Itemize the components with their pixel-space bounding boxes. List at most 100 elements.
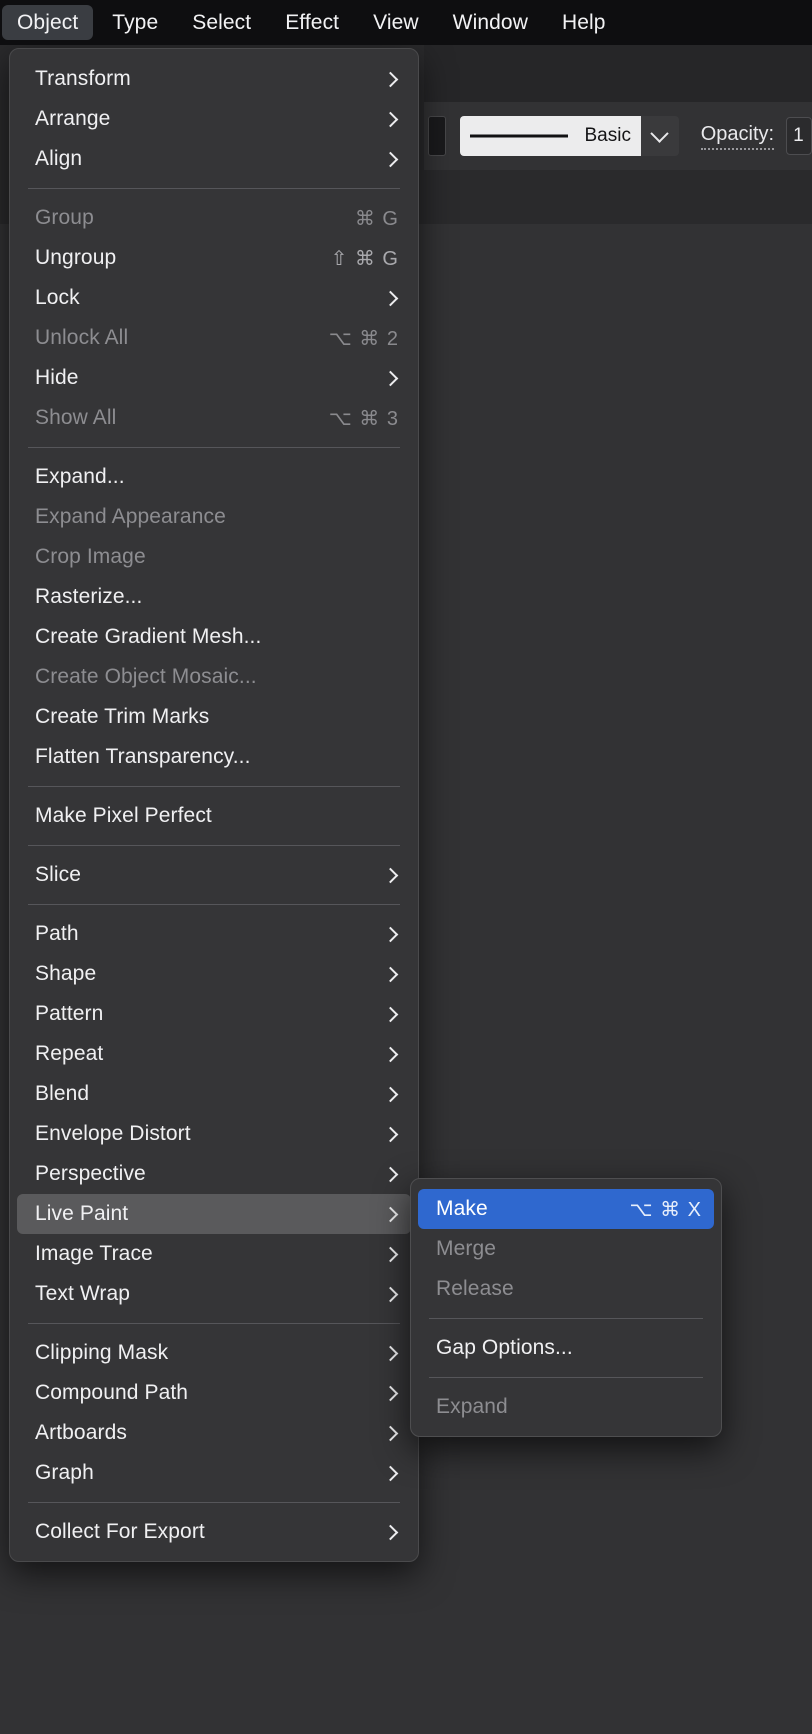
object-menu-item-rasterize[interactable]: Rasterize... [17, 577, 411, 617]
object-menu-item-compound-path[interactable]: Compound Path [17, 1373, 411, 1413]
object-menu-item-artboards[interactable]: Artboards [17, 1413, 411, 1453]
object-menu-item-ungroup[interactable]: Ungroup ⇧ ⌘ G [17, 238, 411, 278]
object-menu-item-create-trim-marks[interactable]: Create Trim Marks [17, 697, 411, 737]
chevron-down-icon [650, 123, 670, 143]
menu-item-label: Ungroup [35, 246, 117, 269]
object-menu-item-shape[interactable]: Shape [17, 954, 411, 994]
object-menu-item-slice[interactable]: Slice [17, 855, 411, 895]
menu-item-label: Arrange [35, 107, 111, 130]
object-menu-item-unlock-all: Unlock All ⌥ ⌘ 2 [17, 318, 411, 358]
menu-item-label: Show All [35, 406, 117, 429]
chevron-right-icon [382, 1246, 399, 1262]
object-menu-item-blend[interactable]: Blend [17, 1074, 411, 1114]
chevron-right-icon [382, 867, 399, 883]
menu-item-label: Transform [35, 67, 131, 90]
object-menu-item-collect-for-export[interactable]: Collect For Export [17, 1512, 411, 1552]
live-paint-item-expand: Expand [418, 1387, 714, 1427]
object-dropdown-menu: Transform Arrange Align Group ⌘ G Ungroup ⇧ ⌘ … [9, 48, 419, 1562]
menu-item-label: Image Trace [35, 1242, 153, 1265]
menu-item-label: Clipping Mask [35, 1341, 169, 1364]
menu-item-label: Unlock All [35, 326, 129, 349]
chevron-right-icon [382, 1524, 399, 1540]
chevron-right-icon [382, 1006, 399, 1022]
menubar-item-effect[interactable]: Effect [270, 5, 354, 40]
menu-item-label: Shape [35, 962, 97, 985]
object-menu-item-repeat[interactable]: Repeat [17, 1034, 411, 1074]
object-menu-item-hide[interactable]: Hide [17, 358, 411, 398]
menu-separator [28, 845, 400, 846]
chevron-right-icon [382, 1425, 399, 1441]
menu-item-label: Pattern [35, 1002, 104, 1025]
menu-item-label: Flatten Transparency... [35, 745, 251, 768]
menu-item-label: Create Object Mosaic... [35, 665, 257, 688]
chevron-right-icon [382, 290, 399, 306]
object-menu-item-expand-appearance: Expand Appearance [17, 497, 411, 537]
menubar-item-window[interactable]: Window [438, 5, 543, 40]
chevron-right-icon [382, 1385, 399, 1401]
menu-item-label: Create Gradient Mesh... [35, 625, 262, 648]
menubar-item-help[interactable]: Help [547, 5, 621, 40]
opacity-input[interactable]: 1 [786, 117, 812, 155]
live-paint-item-gap-options[interactable]: Gap Options... [418, 1328, 714, 1368]
menu-item-label: Make Pixel Perfect [35, 804, 212, 827]
menubar-item-object[interactable]: Object [2, 4, 94, 41]
control-toolbar: Basic Opacity: 1 [424, 102, 812, 170]
live-paint-item-release: Release [418, 1269, 714, 1309]
object-menu-item-flatten-transparency[interactable]: Flatten Transparency... [17, 737, 411, 777]
menu-item-shortcut: ⇧ ⌘ G [330, 247, 399, 270]
chevron-right-icon [382, 1465, 399, 1481]
stroke-profile-value: Basic [584, 125, 631, 146]
menu-separator [429, 1377, 703, 1378]
object-menu-item-lock[interactable]: Lock [17, 278, 411, 318]
object-menu-item-create-gradient-mesh[interactable]: Create Gradient Mesh... [17, 617, 411, 657]
stroke-swatch[interactable] [428, 116, 446, 156]
object-menu-item-create-object-mosaic: Create Object Mosaic... [17, 657, 411, 697]
chevron-right-icon [382, 1086, 399, 1102]
menu-item-label: Envelope Distort [35, 1122, 191, 1145]
menu-item-label: Text Wrap [35, 1282, 131, 1305]
menu-item-label: Gap Options... [436, 1336, 573, 1359]
object-menu-item-perspective[interactable]: Perspective [17, 1154, 411, 1194]
chevron-right-icon [382, 1345, 399, 1361]
opacity-label[interactable]: Opacity: [700, 123, 775, 150]
menu-bar: Object Type Select Effect View Window Help [0, 0, 812, 45]
menu-separator [429, 1318, 703, 1319]
menu-item-label: Live Paint [35, 1202, 129, 1225]
object-menu-item-pattern[interactable]: Pattern [17, 994, 411, 1034]
object-menu-item-make-pixel-perfect[interactable]: Make Pixel Perfect [17, 796, 411, 836]
object-menu-item-group: Group ⌘ G [17, 198, 411, 238]
menu-separator [28, 447, 400, 448]
menu-item-label: Group [35, 206, 94, 229]
menu-separator [28, 904, 400, 905]
menu-item-label: Create Trim Marks [35, 705, 210, 728]
menu-item-label: Path [35, 922, 79, 945]
menu-separator [28, 188, 400, 189]
object-menu-item-image-trace[interactable]: Image Trace [17, 1234, 411, 1274]
chevron-right-icon [382, 966, 399, 982]
object-menu-item-text-wrap[interactable]: Text Wrap [17, 1274, 411, 1314]
object-menu-item-expand[interactable]: Expand... [17, 457, 411, 497]
object-menu-item-align[interactable]: Align [17, 139, 411, 179]
object-menu-item-arrange[interactable]: Arrange [17, 99, 411, 139]
menubar-item-view[interactable]: View [358, 5, 434, 40]
object-menu-item-clipping-mask[interactable]: Clipping Mask [17, 1333, 411, 1373]
chevron-right-icon [382, 1206, 399, 1222]
object-menu-item-path[interactable]: Path [17, 914, 411, 954]
stroke-profile-chevron-button[interactable] [640, 116, 679, 156]
menu-item-label: Hide [35, 366, 79, 389]
chevron-right-icon [382, 1286, 399, 1302]
live-paint-item-make[interactable]: Make ⌥ ⌘ X [418, 1189, 714, 1229]
object-menu-item-live-paint[interactable]: Live Paint [17, 1194, 411, 1234]
stroke-profile-dropdown[interactable]: Basic [459, 116, 679, 156]
menu-item-label: Make [436, 1197, 488, 1220]
menu-item-label: Release [436, 1277, 514, 1300]
object-menu-item-graph[interactable]: Graph [17, 1453, 411, 1493]
live-paint-item-merge: Merge [418, 1229, 714, 1269]
object-menu-item-envelope-distort[interactable]: Envelope Distort [17, 1114, 411, 1154]
menubar-item-select[interactable]: Select [177, 5, 266, 40]
menu-item-label: Expand [436, 1395, 508, 1418]
chevron-right-icon [382, 1166, 399, 1182]
object-menu-item-transform[interactable]: Transform [17, 59, 411, 99]
stroke-profile-display[interactable]: Basic [459, 116, 641, 156]
menubar-item-type[interactable]: Type [97, 5, 173, 40]
